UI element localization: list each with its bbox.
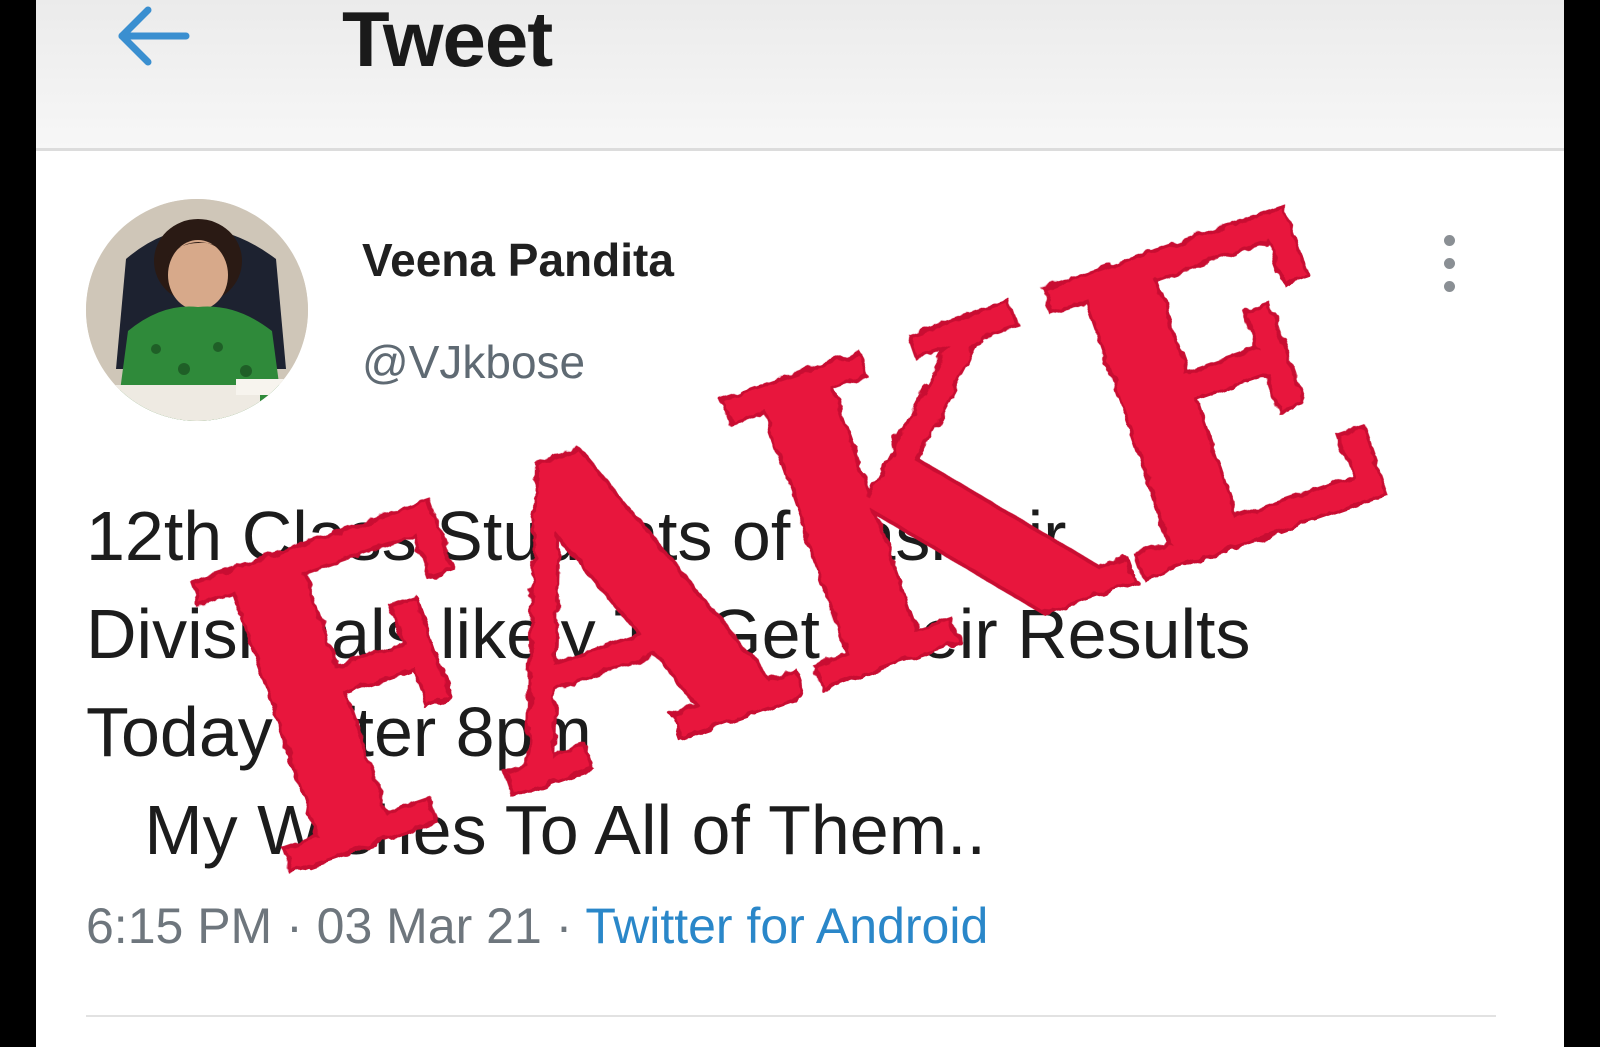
top-app-bar: Tweet bbox=[36, 0, 1564, 151]
user-handle[interactable]: @VJkbose bbox=[362, 335, 585, 389]
tweet-text-line: My Wishes To All of Them.. bbox=[86, 791, 986, 869]
source-link[interactable]: Twitter for Android bbox=[585, 898, 988, 954]
page-title: Tweet bbox=[342, 0, 553, 83]
more-vertical-icon bbox=[1443, 235, 1455, 246]
arrow-left-icon bbox=[118, 6, 190, 66]
tweet-date: 03 Mar 21 bbox=[316, 898, 542, 954]
tweet-text-line: Divisionals likely To Get Their Results bbox=[86, 595, 1251, 673]
avatar[interactable] bbox=[86, 199, 308, 421]
tweet-metadata: 6:15 PM · 03 Mar 21 · Twitter for Androi… bbox=[86, 897, 988, 955]
more-options-button[interactable] bbox=[1434, 235, 1464, 305]
divider bbox=[86, 1015, 1496, 1017]
meta-separator: · bbox=[272, 898, 317, 954]
meta-separator: · bbox=[541, 898, 586, 954]
tweet-time: 6:15 PM bbox=[86, 898, 273, 954]
profile-photo bbox=[86, 199, 308, 421]
display-name[interactable]: Veena Pandita bbox=[362, 233, 674, 287]
tweet-text-line: Today After 8pm bbox=[86, 693, 592, 771]
tweet-text-line: 12th Class Students of Kashmir bbox=[86, 497, 1067, 575]
tweet-screen: Tweet Veena Pandita @VJkbose 12th Class … bbox=[36, 0, 1564, 1047]
back-button[interactable] bbox=[110, 2, 200, 74]
tweet-card: Veena Pandita @VJkbose 12th Class Studen… bbox=[36, 151, 1564, 1047]
tweet-text: 12th Class Students of Kashmir Divisiona… bbox=[86, 487, 1251, 879]
